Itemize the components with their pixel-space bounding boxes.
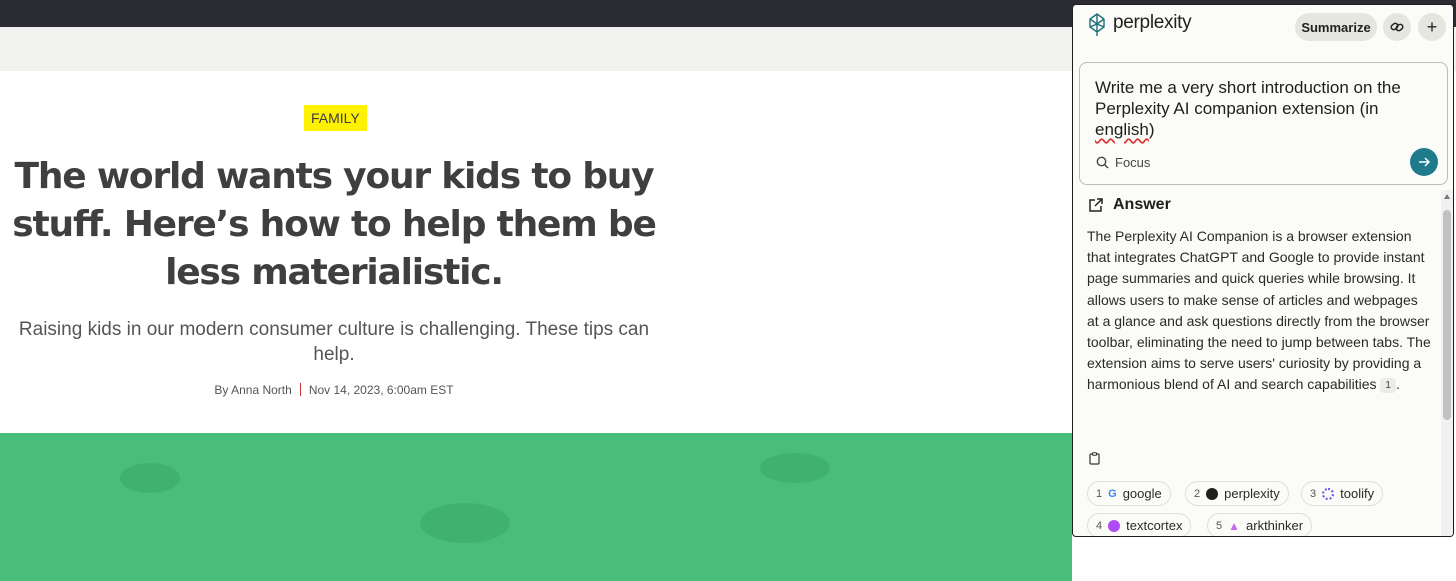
answer-paragraph: The Perplexity AI Companion is a browser… [1087,228,1431,393]
scrollbar-thumb[interactable] [1443,210,1451,420]
perplexity-sidepanel: perplexity Summarize + Write me a very s… [1072,4,1454,537]
google-icon: G [1108,487,1117,500]
answer-section: Answer The Perplexity AI Companion is a … [1073,190,1441,536]
source-chip-arkthinker[interactable]: 5 ▲ arkthinker [1207,513,1313,536]
focus-label: Focus [1115,155,1151,170]
perplexity-icon [1206,487,1219,500]
article-headline: The world wants your kids to buy stuff. … [12,156,657,293]
source-number: 4 [1096,519,1103,532]
query-text-part: Write me a very short introduction on th… [1095,78,1401,118]
byline-divider [299,383,301,396]
clipboard-icon[interactable] [1089,452,1100,465]
source-label: arkthinker [1246,518,1304,533]
query-text[interactable]: Write me a very short introduction on th… [1095,77,1435,140]
query-input-box[interactable]: Write me a very short introduction on th… [1079,62,1448,185]
textcortex-icon [1108,519,1121,532]
source-label: google [1122,486,1162,501]
external-link-icon[interactable] [1087,197,1104,214]
byline: By Anna North Nov 14, 2023, 6:00am EST [10,383,658,397]
hero-illustration [0,433,1072,581]
answer-text: The Perplexity AI Companion is a browser… [1087,226,1433,396]
summarize-button[interactable]: Summarize [1295,13,1377,41]
arkthinker-icon: ▲ [1228,518,1241,533]
answer-heading: Answer [1087,196,1171,214]
query-text-end: ) [1148,120,1155,139]
search-icon [1096,156,1109,169]
answer-scrollbar[interactable] [1441,190,1453,536]
category-tag[interactable]: FAMILY [304,105,367,131]
source-chip-google[interactable]: 1 G google [1087,481,1171,506]
query-spellcheck-word: english [1095,120,1149,139]
citation-badge[interactable]: 1 [1380,378,1396,394]
arrow-right-icon [1419,157,1430,167]
answer-end: . [1395,376,1400,393]
article-dek: Raising kids in our modern consumer cult… [18,319,650,365]
new-thread-button[interactable]: + [1418,13,1446,41]
source-chip-textcortex[interactable]: 4 textcortex [1087,513,1192,536]
source-number: 5 [1216,519,1223,532]
source-number: 1 [1096,487,1103,500]
source-label: textcortex [1126,518,1183,533]
source-label: perplexity [1224,486,1280,501]
answer-title: Answer [1113,196,1171,213]
publish-date: Nov 14, 2023, 6:00am EST [308,383,454,397]
focus-button[interactable]: Focus [1096,155,1150,170]
byline-prefix: By [214,383,232,397]
link-icon [1390,22,1404,32]
perplexity-logo-icon [1089,13,1105,36]
scroll-up-icon[interactable] [1444,194,1450,199]
source-number: 3 [1310,487,1317,500]
submit-button[interactable] [1410,148,1438,176]
toolify-icon [1322,487,1335,500]
source-chip-perplexity[interactable]: 2 perplexity [1185,481,1289,506]
source-number: 2 [1194,487,1201,500]
source-chip-toolify[interactable]: 3 toolify [1301,481,1384,506]
brand-name: perplexity [1113,12,1192,33]
panel-header: perplexity Summarize + [1073,5,1453,55]
article-header: FAMILY The world wants your kids to buy … [0,71,1072,433]
copy-link-button[interactable] [1383,13,1411,41]
author-link[interactable]: Anna North [231,383,292,397]
source-label: toolify [1340,486,1375,501]
